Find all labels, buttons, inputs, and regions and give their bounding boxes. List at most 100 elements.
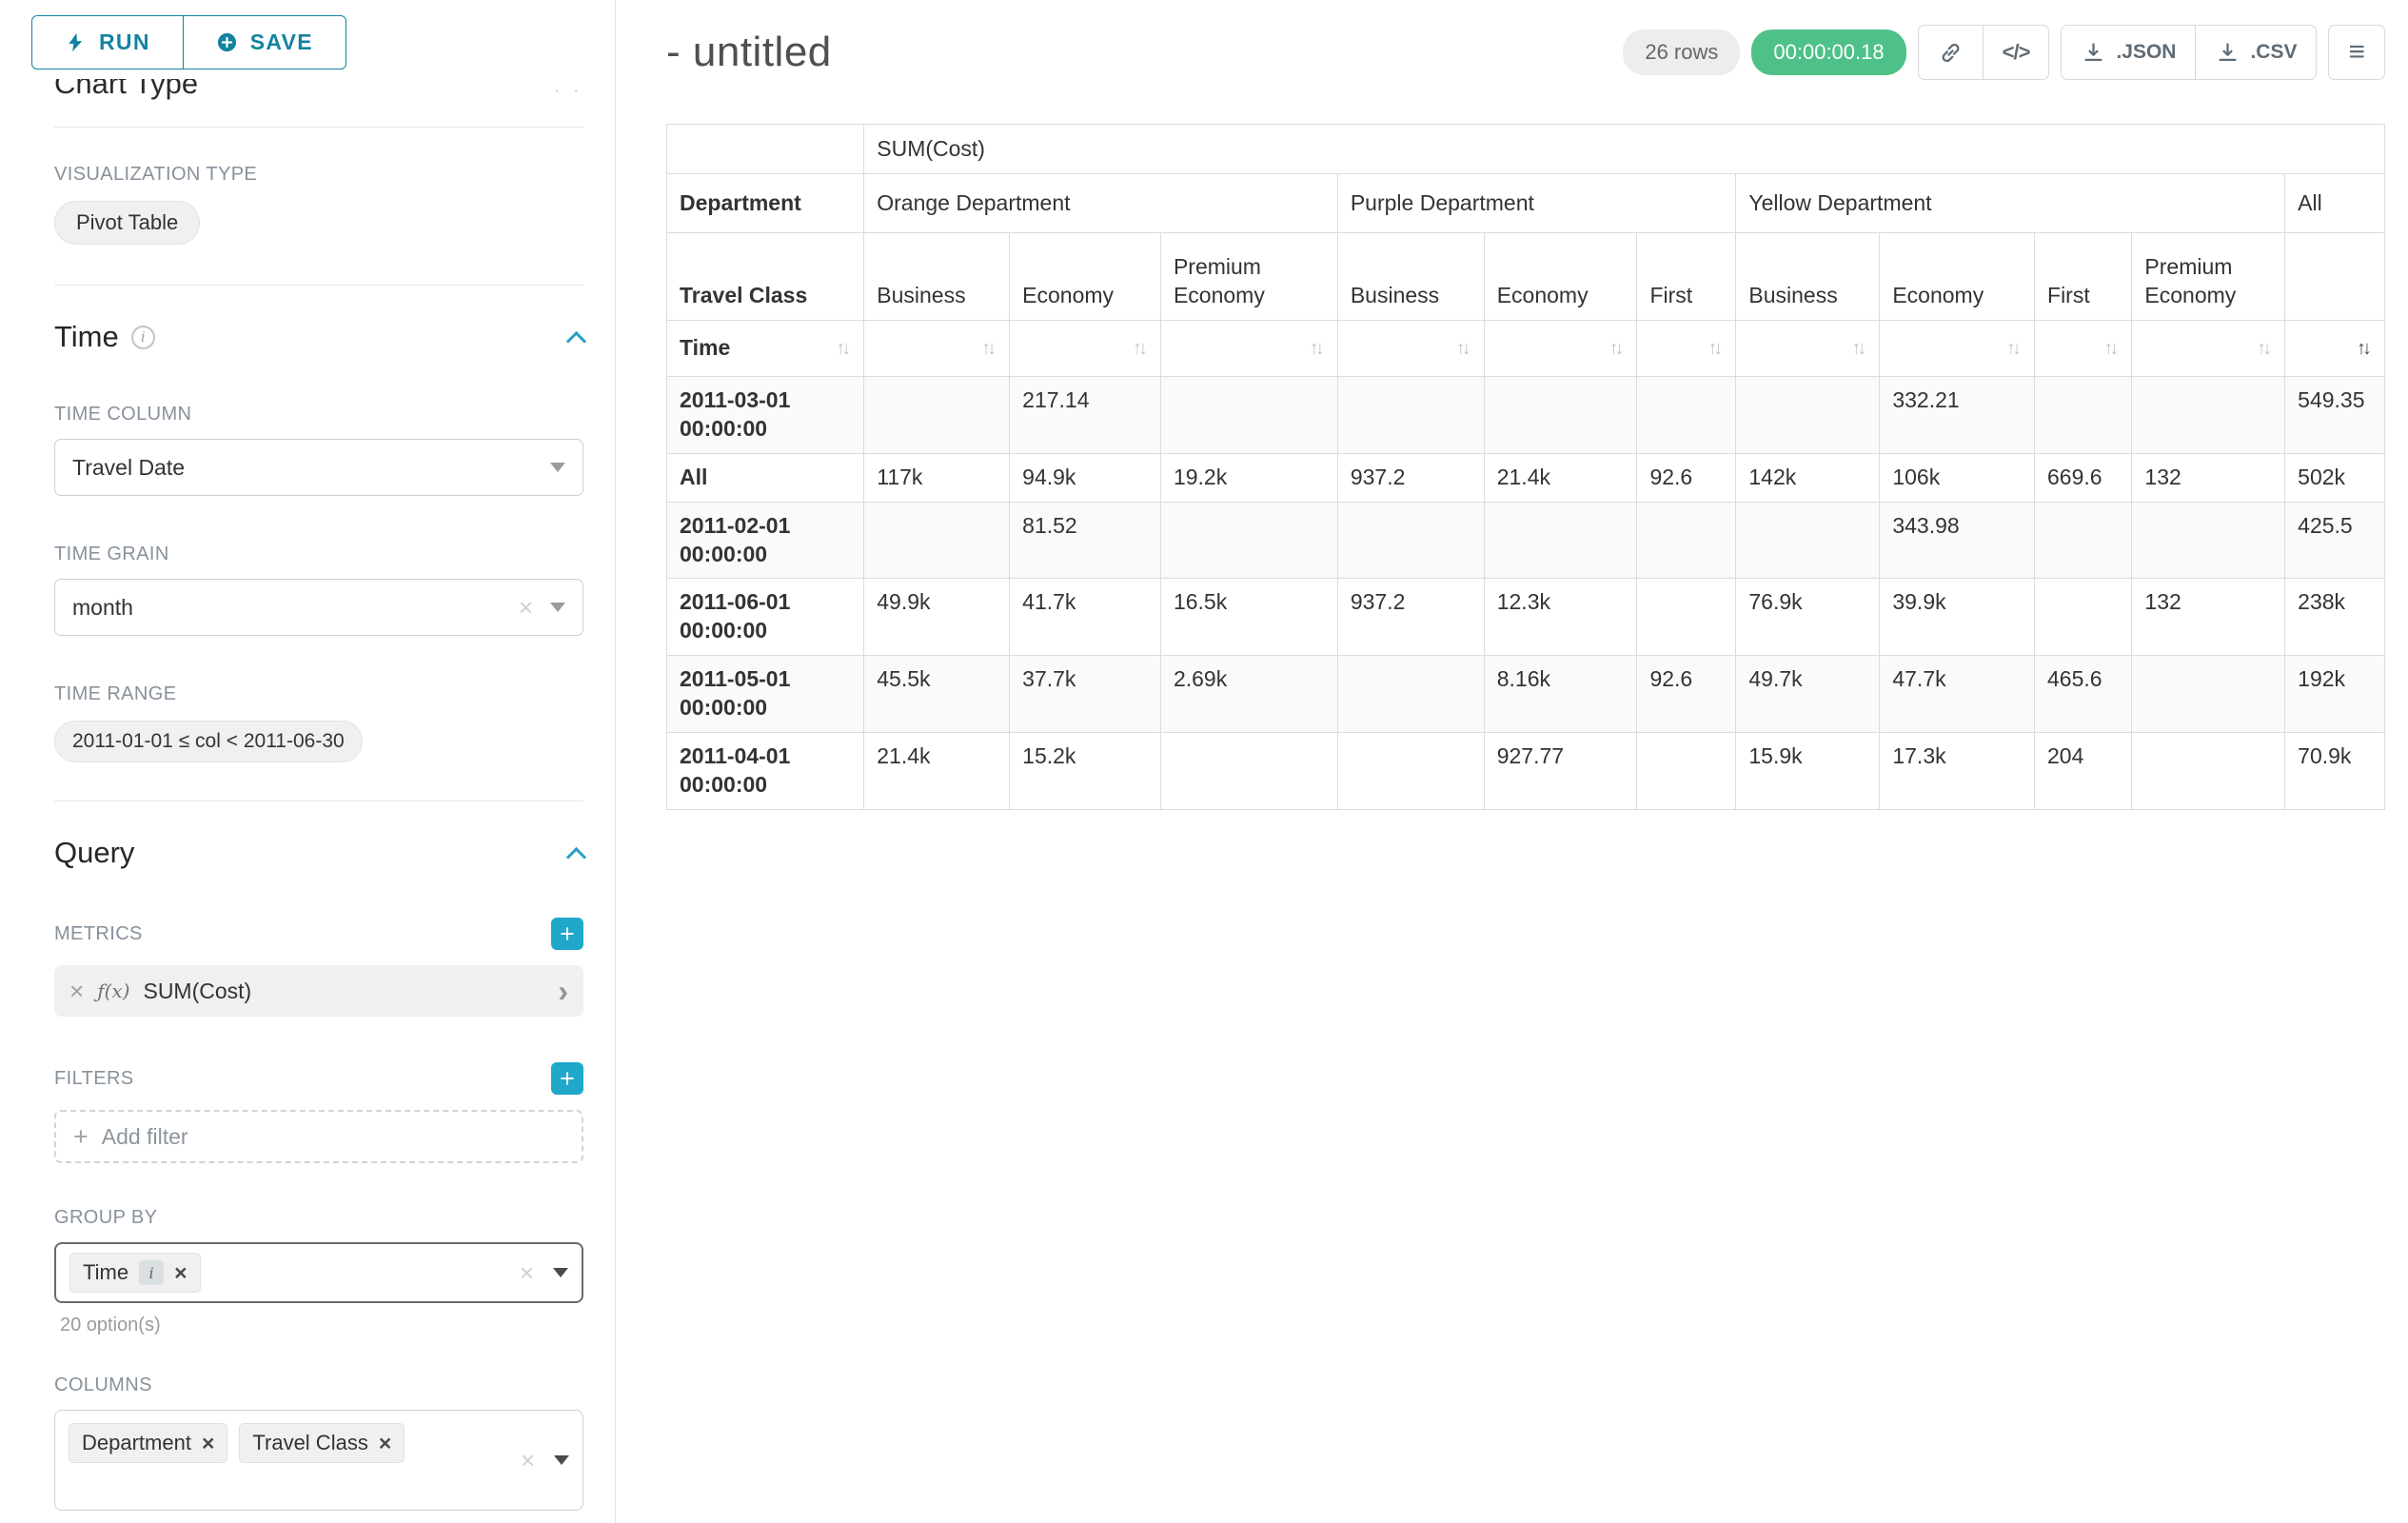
- clear-all-icon[interactable]: ×: [520, 1260, 534, 1285]
- sort-icon[interactable]: ↑↓: [1133, 336, 1148, 361]
- chevron-up-icon[interactable]: [566, 846, 586, 866]
- query-section-title: Query: [54, 836, 134, 870]
- pivot-sort-cell[interactable]: ↑↓: [864, 321, 1010, 377]
- sort-icon[interactable]: ↑↓: [1609, 336, 1624, 361]
- add-filter-label: Add filter: [102, 1124, 188, 1150]
- copy-link-button[interactable]: [1918, 25, 1984, 80]
- run-button-label: RUN: [99, 30, 150, 55]
- pivot-sort-cell[interactable]: ↑↓: [1010, 321, 1161, 377]
- remove-metric-icon[interactable]: ×: [69, 979, 84, 1003]
- toolbar: 26 rows 00:00:00.18 </>: [1623, 25, 2385, 80]
- row-count-badge: 26 rows: [1623, 30, 1740, 75]
- pivot-cell: [2132, 656, 2285, 733]
- pivot-sort-cell[interactable]: ↑↓: [1484, 321, 1637, 377]
- pivot-sort-cell[interactable]: ↑↓: [2132, 321, 2285, 377]
- caret-down-icon[interactable]: [554, 1455, 569, 1465]
- pivot-row-label: All: [667, 453, 864, 502]
- pivot-cell: 502k: [2285, 453, 2385, 502]
- pivot-leaf-header: Economy: [1484, 233, 1637, 321]
- menu-button[interactable]: ≡: [2328, 25, 2385, 80]
- embed-code-button[interactable]: </>: [1983, 25, 2050, 80]
- pivot-group-header: Purple Department: [1337, 174, 1736, 233]
- pivot-cell: 41.7k: [1010, 579, 1161, 656]
- metrics-label: METRICS: [54, 923, 143, 945]
- sort-icon[interactable]: ↑↓: [1456, 336, 1471, 361]
- time-column-select[interactable]: Travel Date: [54, 439, 583, 496]
- pivot-cell: [1160, 733, 1337, 810]
- chevron-right-icon[interactable]: ›: [558, 976, 568, 1006]
- chevron-up-icon[interactable]: [566, 330, 586, 350]
- download-json-button[interactable]: .JSON: [2061, 25, 2196, 80]
- pivot-leaf-header: Business: [864, 233, 1010, 321]
- group-by-options-hint: 20 option(s): [54, 1315, 583, 1336]
- pivot-sort-cell[interactable]: ↑↓: [1736, 321, 1880, 377]
- pivot-cell: 17.3k: [1880, 733, 2035, 810]
- pivot-row: 2011-06-01 00:00:0049.9k41.7k16.5k937.21…: [667, 579, 2385, 656]
- pivot-cell: 94.9k: [1010, 453, 1161, 502]
- metric-pill[interactable]: × ƒ(x) SUM(Cost) ›: [54, 965, 583, 1017]
- query-section-header: Query: [54, 834, 583, 872]
- pivot-corner-cell: [667, 125, 864, 174]
- group-by-control[interactable]: Time i × ×: [54, 1242, 583, 1303]
- pivot-cell: [2132, 377, 2285, 454]
- metric-value: SUM(Cost): [143, 979, 251, 1004]
- sort-icon[interactable]: ↑↓: [981, 336, 997, 361]
- time-section-header: Time i: [54, 318, 583, 356]
- pivot-sort-cell[interactable]: ↑↓: [1337, 321, 1484, 377]
- pivot-cell: 37.7k: [1010, 656, 1161, 733]
- pivot-row-label: 2011-06-01 00:00:00: [667, 579, 864, 656]
- pivot-cell: 76.9k: [1736, 579, 1880, 656]
- pivot-cell: [864, 502, 1010, 579]
- chart-type-section-header[interactable]: Chart Type · ·: [54, 79, 583, 108]
- add-filter-button[interactable]: + Add filter: [54, 1110, 583, 1163]
- caret-down-icon[interactable]: [553, 1268, 568, 1277]
- columns-tag[interactable]: Department ×: [69, 1423, 227, 1463]
- sort-icon[interactable]: ↑↓: [2357, 336, 2372, 361]
- pivot-leaf-header: Economy: [1880, 233, 2035, 321]
- remove-tag-icon[interactable]: ×: [174, 1262, 187, 1284]
- clear-icon[interactable]: ×: [519, 595, 533, 620]
- pivot-group-header: Orange Department: [864, 174, 1338, 233]
- remove-tag-icon[interactable]: ×: [379, 1433, 391, 1454]
- remove-tag-icon[interactable]: ×: [202, 1433, 214, 1454]
- time-grain-select[interactable]: month ×: [54, 579, 583, 636]
- pivot-cell: [2132, 733, 2285, 810]
- pivot-cell: [2035, 377, 2132, 454]
- pivot-row: 2011-02-01 00:00:0081.52343.98425.5: [667, 502, 2385, 579]
- pivot-row: 2011-05-01 00:00:0045.5k37.7k2.69k8.16k9…: [667, 656, 2385, 733]
- pivot-sort-cell[interactable]: ↑↓: [2035, 321, 2132, 377]
- pivot-leaf-header: Business: [1736, 233, 1880, 321]
- collapsed-chevron-icon[interactable]: · ·: [554, 81, 583, 108]
- pivot-cell: 21.4k: [1484, 453, 1637, 502]
- sort-icon[interactable]: ↑↓: [836, 336, 851, 361]
- clear-all-icon[interactable]: ×: [521, 1448, 535, 1473]
- sort-icon[interactable]: ↑↓: [2006, 336, 2022, 361]
- pivot-group-header: All: [2285, 174, 2385, 233]
- columns-tag[interactable]: Travel Class ×: [239, 1423, 405, 1463]
- columns-control[interactable]: Department × Travel Class × ×: [54, 1410, 583, 1511]
- sort-icon[interactable]: ↑↓: [2257, 336, 2272, 361]
- sort-icon[interactable]: ↑↓: [1310, 336, 1325, 361]
- time-range-pill[interactable]: 2011-01-01 ≤ col < 2011-06-30: [54, 721, 363, 762]
- pivot-cell: 39.9k: [1880, 579, 2035, 656]
- time-column-value: Travel Date: [72, 455, 550, 481]
- add-filter-plus-button[interactable]: +: [551, 1062, 583, 1095]
- sort-icon[interactable]: ↑↓: [1851, 336, 1866, 361]
- pivot-sort-cell[interactable]: ↑↓: [1880, 321, 2035, 377]
- sort-icon[interactable]: ↑↓: [2103, 336, 2119, 361]
- pivot-sort-cell[interactable]: ↑↓: [2285, 321, 2385, 377]
- save-button-label: SAVE: [250, 30, 313, 55]
- sort-icon[interactable]: ↑↓: [1707, 336, 1723, 361]
- group-by-tag[interactable]: Time i ×: [69, 1253, 201, 1293]
- save-button[interactable]: SAVE: [183, 15, 346, 69]
- pivot-sort-cell[interactable]: ↑↓: [1637, 321, 1736, 377]
- pivot-metric-header: SUM(Cost): [864, 125, 2385, 174]
- link-icon: [1938, 40, 1964, 66]
- menu-icon: ≡: [2348, 36, 2365, 69]
- visualization-type-pill[interactable]: Pivot Table: [54, 201, 200, 245]
- pivot-sort-cell[interactable]: ↑↓: [1160, 321, 1337, 377]
- download-csv-button[interactable]: .CSV: [2195, 25, 2317, 80]
- run-button[interactable]: RUN: [31, 15, 184, 69]
- pivot-cell: 142k: [1736, 453, 1880, 502]
- add-metric-button[interactable]: +: [551, 918, 583, 950]
